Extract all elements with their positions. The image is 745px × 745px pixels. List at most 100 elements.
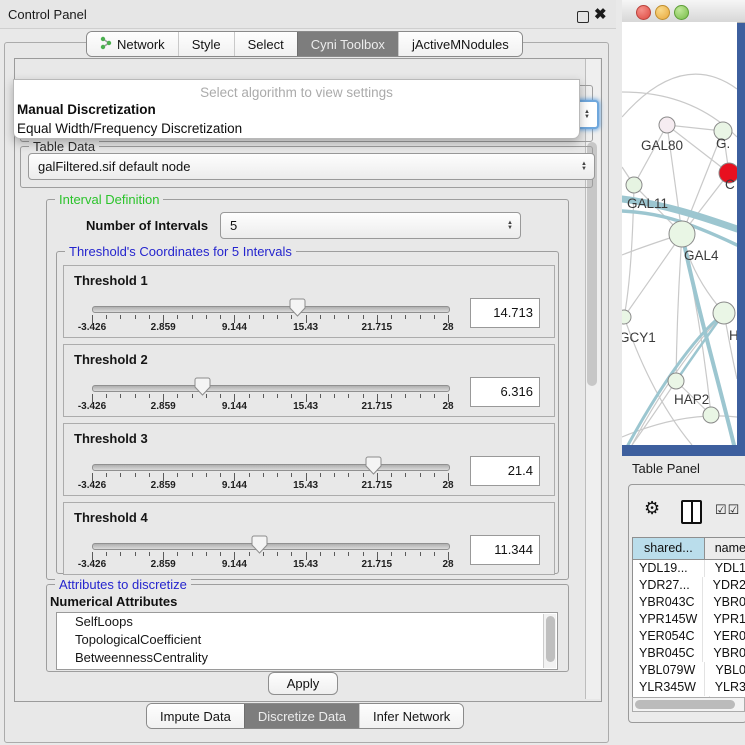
column-header-name[interactable]: name [705,538,745,559]
num-intervals-combobox[interactable]: 5 ▲▼ [220,212,521,239]
table-row[interactable]: YER054CYER0 [633,628,745,645]
threshold-label: Threshold 3 [74,431,148,446]
network-node-label: H [729,328,737,343]
network-node-label: HAP2 [674,392,709,407]
slider-tick [177,394,178,398]
table-cell-name: YPR1 [703,611,745,628]
slider-track[interactable] [92,543,450,550]
table-data-combobox[interactable]: galFiltered.sif default node ▲▼ [28,153,595,180]
threshold-value-field[interactable]: 6.316 [470,377,540,407]
dropdown-item[interactable]: Equal Width/Frequency Discretization [17,121,242,136]
network-node[interactable] [659,117,675,133]
float-window-icon[interactable] [577,11,589,23]
network-canvas[interactable]: GAL80G.CGAL11GAL4GCY1HHAP2 [622,22,737,445]
tab-select[interactable]: Select [234,32,297,56]
slider-tick [334,315,335,319]
slider-tick-label: -3.426 [78,322,106,333]
slider-track[interactable] [92,464,450,471]
slider-tick [220,315,221,319]
control-panel-tabs: NetworkStyle Select Cyni ToolboxjActiveMNo… [86,31,523,57]
slider-tick [405,473,406,477]
slider-tick [320,315,321,319]
tab-impute-data[interactable]: Impute Data [147,704,244,728]
threshold-value-field[interactable]: 11.344 [470,535,540,565]
slider-track[interactable] [92,385,450,392]
table-row[interactable]: YBR043CYBR0 [633,594,745,611]
threshold-value-field[interactable]: 14.713 [470,298,540,328]
table-row[interactable]: YPR145WYPR1 [633,611,745,628]
slider-tick [220,473,221,477]
gear-icon[interactable]: ⚙ [644,498,660,519]
slider-tick-label: 15.43 [293,401,318,412]
slider-tick [434,552,435,556]
network-node[interactable] [703,407,719,423]
slider-tick [192,315,193,319]
slider-tick [391,473,392,477]
tab-network[interactable]: Network [87,32,178,56]
slider-tick [320,552,321,556]
list-item[interactable]: TopologicalCoefficient [57,631,557,649]
slider-tick-label: 28 [442,401,453,412]
slider-tick [420,552,421,556]
tab-infer-network[interactable]: Infer Network [359,704,463,728]
slider-track[interactable] [92,306,450,313]
slider-tick [106,394,107,398]
table-cell-shared-name: YDR27... [633,577,703,594]
table-cell-name: YBL0 [705,662,745,679]
network-edge[interactable] [634,125,667,185]
tab-label: Select [248,37,284,52]
list-scrollbar[interactable] [543,614,556,668]
network-node[interactable] [622,310,631,324]
network-edge[interactable] [624,234,682,317]
table-row[interactable]: YBR045CYBR0 [633,645,745,662]
list-item[interactable]: BetweennessCentrality [57,649,557,667]
network-edge[interactable] [622,74,737,117]
slider-tick [420,473,421,477]
slider-tick [192,473,193,477]
list-item[interactable]: SelfLoops [57,613,557,631]
tab-cyni-toolbox[interactable]: Cyni Toolbox [297,32,398,56]
table-row[interactable]: YDL19...YDL1 [633,560,745,577]
slider-tick [106,552,107,556]
tab-discretize-data[interactable]: Discretize Data [244,704,359,728]
table-cell-shared-name: YBR043C [633,594,703,611]
network-node[interactable] [713,302,735,324]
close-traffic-light-icon[interactable] [636,5,651,20]
select-columns-icon[interactable]: ☑☑ [715,502,740,518]
tab-jactivemnodules[interactable]: jActiveMNodules [398,32,522,56]
tab-style[interactable]: Style [178,32,234,56]
node-table[interactable]: shared... name YDL19...YDL1YDR27...YDR2Y… [632,537,745,698]
slider-tick [434,394,435,398]
slider-tick-label: 2.859 [151,559,176,570]
slider-thumb[interactable] [289,298,306,317]
table-data-combobox-value: galFiltered.sif default node [38,159,190,174]
network-node[interactable] [669,221,695,247]
slider-thumb[interactable] [194,377,211,396]
split-columns-icon[interactable] [681,500,702,524]
numerical-attributes-list[interactable]: SelfLoopsTopologicalCoefficientBetweenne… [56,612,558,670]
dropdown-prompt-item[interactable]: Select algorithm to view settings [14,85,579,100]
network-node[interactable] [626,177,642,193]
table-row[interactable]: YBL079WYBL0 [633,662,745,679]
slider-thumb[interactable] [251,535,268,554]
column-header-shared-name[interactable]: shared... [633,538,705,559]
table-row[interactable]: YLR345WYLR3 [633,679,745,696]
minimize-traffic-light-icon[interactable] [655,5,670,20]
horizontal-scrollbar-track[interactable] [632,697,745,712]
zoom-traffic-light-icon[interactable] [674,5,689,20]
close-icon[interactable]: ✖ [594,5,607,23]
slider-tick [291,394,292,398]
slider-thumb[interactable] [365,456,382,475]
apply-button[interactable]: Apply [268,672,338,695]
slider-tick [120,473,121,477]
network-node-label: G. [716,136,730,151]
network-node[interactable] [668,373,684,389]
horizontal-scrollbar-thumb[interactable] [635,700,735,709]
slider-tick [320,394,321,398]
slider-tick [220,552,221,556]
table-row[interactable]: YDR27...YDR2 [633,577,745,594]
threshold-value-field[interactable]: 21.4 [470,456,540,486]
dropdown-item[interactable]: Manual Discretization [17,102,156,117]
slider-tick [405,552,406,556]
slider-tick-label: 21.715 [362,401,393,412]
